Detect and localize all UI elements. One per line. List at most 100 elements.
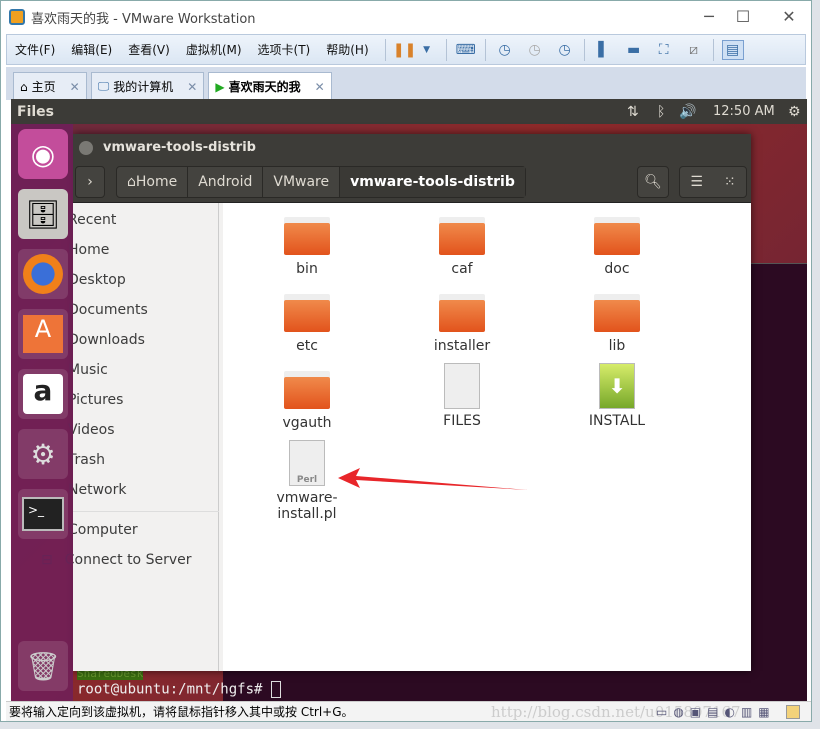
network-icon[interactable]: ⇅	[627, 104, 639, 120]
bluetooth-icon[interactable]: ᛒ	[657, 104, 665, 120]
folder-icon	[284, 371, 330, 409]
divider	[712, 38, 714, 61]
unity-icon[interactable]: ⧄	[683, 40, 705, 60]
file-item-bin[interactable]: bin	[247, 217, 367, 277]
sidebar-item-videos[interactable]: Videos	[68, 422, 115, 438]
revert-snapshot-icon[interactable]: ◷	[524, 40, 546, 60]
sidebar-item-desktop[interactable]: Desktop	[68, 272, 126, 288]
sidebar-view-icon[interactable]: ▌	[593, 40, 615, 60]
menu-edit[interactable]: 编辑(E)	[71, 41, 112, 58]
file-item-install[interactable]: ⬇ INSTALL	[557, 363, 677, 429]
volume-icon[interactable]: 🔊	[679, 104, 696, 120]
places-sidebar: Recent Home Desktop Documents Downloads …	[41, 203, 219, 671]
maximize-button[interactable]: ☐	[728, 7, 758, 27]
power-gear-icon[interactable]: ⚙	[788, 104, 801, 120]
snapshot-icon[interactable]: ◷	[494, 40, 516, 60]
system-settings-icon[interactable]: ⚙	[18, 429, 68, 479]
menu-view[interactable]: 查看(V)	[128, 41, 170, 58]
sidebar-item-trash[interactable]: Trash	[68, 452, 105, 468]
file-item-lib[interactable]: lib	[557, 294, 677, 354]
vmware-window: 喜欢雨天的我 - VMware Workstation ─ ☐ ✕ 文件(F) …	[0, 0, 812, 722]
files-title: vmware-tools-distrib	[103, 140, 256, 155]
sidebar-item-music[interactable]: Music	[68, 362, 108, 378]
status-hint: 要将输入定向到该虚拟机，请将鼠标指针移入其中或按 Ctrl+G。	[9, 705, 354, 719]
close-window-icon[interactable]	[79, 140, 93, 155]
crumb-vmware[interactable]: VMware	[263, 167, 341, 197]
chevron-down-icon[interactable]: ▼	[416, 40, 438, 60]
sidebar-item-home[interactable]: Home	[68, 242, 109, 258]
ubuntu-dash-icon[interactable]: ◉	[18, 129, 68, 179]
menu-tabs[interactable]: 选项卡(T)	[258, 41, 311, 58]
vmware-logo-icon	[9, 9, 25, 25]
search-button[interactable]: 🔍︎	[637, 166, 669, 198]
snapshot-manager-icon[interactable]: ◷	[554, 40, 576, 60]
folder-icon	[439, 217, 485, 255]
file-grid: bin caf doc etc installer lib vgauth FIL…	[223, 203, 751, 671]
close-tab-icon[interactable]: ✕	[187, 80, 197, 94]
files-title-bar: vmware-tools-distrib	[73, 134, 751, 161]
crumb-current[interactable]: vmware-tools-distrib	[340, 167, 525, 197]
tab-label: 主页	[31, 80, 56, 94]
close-tab-icon[interactable]: ✕	[70, 80, 80, 94]
pause-icon[interactable]: ❚❚	[393, 40, 416, 60]
send-keys-icon[interactable]: ⌨	[455, 40, 477, 60]
prompt-text: root@ubuntu:/mnt/hgfs#	[77, 681, 263, 698]
terminal-icon[interactable]: >_	[18, 489, 68, 539]
tab-my-computer[interactable]: 🖵 我的计算机 ✕	[90, 72, 205, 100]
menu-toolbar: 文件(F) 编辑(E) 查看(V) 虚拟机(M) 选项卡(T) 帮助(H) ❚❚…	[6, 34, 806, 65]
window-title: 喜欢雨天的我 - VMware Workstation	[31, 11, 256, 27]
close-tab-icon[interactable]: ✕	[315, 80, 325, 94]
file-item-vgauth[interactable]: vgauth	[247, 371, 367, 431]
file-item-etc[interactable]: etc	[247, 294, 367, 354]
forward-button[interactable]: ›	[75, 166, 105, 198]
fullscreen-icon[interactable]: ⛶	[653, 40, 675, 60]
perl-file-icon: Perl	[289, 440, 325, 486]
amazon-icon[interactable]: a	[18, 369, 68, 419]
tab-vm[interactable]: ▶ 喜欢雨天的我 ✕	[208, 72, 332, 100]
sidebar-item-recent[interactable]: Recent	[68, 212, 116, 228]
sidebar-item-pictures[interactable]: Pictures	[68, 392, 123, 408]
vm-screen[interactable]: Files ⇅ ᛒ 🔊 12:50 AM ⚙ SharedDesk root@u…	[11, 99, 807, 701]
divider	[73, 511, 219, 512]
menu-vm[interactable]: 虚拟机(M)	[186, 41, 242, 58]
folder-icon	[439, 294, 485, 332]
folder-icon	[284, 294, 330, 332]
panel-app-name: Files	[17, 103, 54, 120]
sidebar-item-computer[interactable]: Computer	[68, 522, 138, 538]
clock[interactable]: 12:50 AM	[713, 104, 775, 119]
unity-launcher: ◉ 🗄 A a ⚙ >_ 🗑	[11, 124, 73, 701]
tab-home[interactable]: ⌂ 主页 ✕	[13, 72, 87, 100]
software-center-icon[interactable]: A	[18, 309, 68, 359]
console-view-icon[interactable]: ▤	[721, 39, 744, 60]
crumb-home[interactable]: ⌂Home	[117, 167, 189, 197]
sidebar-item-documents[interactable]: Documents	[68, 302, 148, 318]
thumbnail-view-icon[interactable]: ▬	[623, 40, 645, 60]
trash-icon[interactable]: 🗑	[18, 641, 68, 691]
monitor-icon: 🖵	[97, 79, 110, 93]
menu-file[interactable]: 文件(F)	[15, 41, 55, 58]
menu-help[interactable]: 帮助(H)	[326, 41, 368, 58]
minimize-button[interactable]: ─	[694, 7, 724, 27]
grid-view-icon[interactable]: ⁙	[724, 174, 736, 190]
text-file-icon	[444, 363, 480, 409]
crumb-android[interactable]: Android	[188, 167, 264, 197]
install-file-icon: ⬇	[599, 363, 635, 409]
files-toolbar: › ⌂Home Android VMware vmware-tools-dist…	[73, 161, 751, 203]
folder-icon	[284, 217, 330, 255]
red-arrow-annotation	[338, 468, 528, 490]
file-item-installer[interactable]: installer	[402, 294, 522, 354]
sidebar-item-network[interactable]: Network	[68, 482, 126, 498]
sidebar-item-downloads[interactable]: Downloads	[68, 332, 145, 348]
file-item-files[interactable]: FILES	[402, 363, 522, 429]
files-app-icon[interactable]: 🗄	[18, 189, 68, 239]
list-view-icon[interactable]: ☰	[690, 174, 703, 190]
file-item-caf[interactable]: caf	[402, 217, 522, 277]
cursor	[270, 681, 281, 698]
device-icons[interactable]: ▭◍▣▤◐▥▦	[656, 705, 776, 719]
tab-label: 我的计算机	[113, 80, 174, 94]
close-button[interactable]: ✕	[774, 7, 804, 27]
file-item-doc[interactable]: doc	[557, 217, 677, 277]
message-icon[interactable]	[786, 704, 800, 719]
firefox-icon[interactable]	[18, 249, 68, 299]
divider	[484, 38, 486, 61]
